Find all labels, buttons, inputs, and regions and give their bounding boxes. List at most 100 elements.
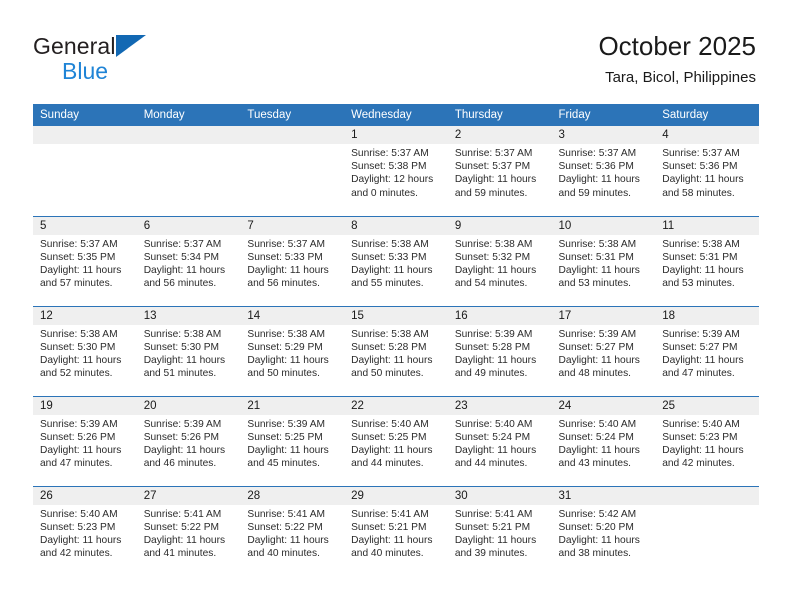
daylight-text-line2: and 58 minutes. <box>662 187 735 199</box>
daylight-text-line1: Daylight: 11 hours <box>662 174 744 186</box>
daylight-text-line1: Daylight: 11 hours <box>40 444 122 456</box>
daylight-text-line2: and 59 minutes. <box>454 187 528 199</box>
day-details: Sunrise: 5:37 AM Sunset: 5:36 PM Daylight:… <box>655 144 759 200</box>
day-details: Sunrise: 5:38 AM Sunset: 5:28 PM Daylight:… <box>344 325 448 381</box>
sunrise-text: Sunrise: 5:40 AM <box>454 418 533 430</box>
calendar-day-cell[interactable]: 28 Sunrise: 5:41 AM Sunset: 5:22 PM Dayligh… <box>240 485 345 576</box>
day-cell-inner: 31 Sunrise: 5:42 AM Sunset: 5:20 PM Dayligh… <box>551 486 656 577</box>
sunrise-text: Sunrise: 5:37 AM <box>558 148 637 159</box>
daylight-text-line2: and 59 minutes. <box>558 187 632 199</box>
calendar-day-cell[interactable]: 12 Sunrise: 5:38 AM Sunset: 5:30 PM Dayligh… <box>33 305 137 396</box>
day-details: Sunrise: 5:39 AM Sunset: 5:28 PM Daylight:… <box>448 325 552 381</box>
sunset-text: Sunset: 5:37 PM <box>454 161 531 173</box>
calendar-day-cell[interactable]: 5 Sunrise: 5:37 AM Sunset: 5:35 PM Daylight… <box>33 215 137 306</box>
day-number: 10 <box>551 216 656 235</box>
day-details: Sunrise: 5:40 AM Sunset: 5:24 PM Daylight:… <box>448 415 552 471</box>
calendar-day-cell[interactable]: 23 Sunrise: 5:40 AM Sunset: 5:24 PM Dayligh… <box>447 395 552 486</box>
day-details: Sunrise: 5:37 AM Sunset: 5:38 PM Daylight:… <box>344 144 448 200</box>
daylight-text-line1: Daylight: 11 hours <box>558 264 640 276</box>
calendar-day-cell[interactable]: 13 Sunrise: 5:38 AM Sunset: 5:30 PM Dayligh… <box>136 305 241 396</box>
daylight-text-line1: Daylight: 11 hours <box>143 444 226 456</box>
daylight-text-line2: and 54 minutes. <box>454 278 528 290</box>
day-cell-inner: 3 Sunrise: 5:37 AM Sunset: 5:36 PM Daylight… <box>551 126 656 216</box>
day-number: 28 <box>240 486 345 505</box>
calendar-day-cell[interactable]: 6 Sunrise: 5:37 AM Sunset: 5:34 PM Daylight… <box>136 215 241 306</box>
day-number: 11 <box>655 216 759 235</box>
sunset-text: Sunset: 5:25 PM <box>247 431 323 443</box>
day-details: Sunrise: 5:39 AM Sunset: 5:26 PM Daylight:… <box>137 415 241 471</box>
daylight-text-line2: and 49 minutes. <box>454 368 528 380</box>
daylight-text-line2: and 38 minutes. <box>558 548 632 560</box>
day-cell-inner: 20 Sunrise: 5:39 AM Sunset: 5:26 PM Dayligh… <box>136 396 241 486</box>
day-details: Sunrise: 5:40 AM Sunset: 5:24 PM Daylight:… <box>552 415 656 471</box>
calendar-day-cell[interactable]: 30 Sunrise: 5:41 AM Sunset: 5:21 PM Dayligh… <box>447 485 552 576</box>
title-block: October 2025 Tara, Bicol, Philippines <box>598 30 756 87</box>
day-cell-inner: 2 Sunrise: 5:37 AM Sunset: 5:37 PM Daylight… <box>447 126 552 216</box>
sunset-text: Sunset: 5:36 PM <box>662 161 738 173</box>
calendar-day-cell[interactable]: 31 Sunrise: 5:42 AM Sunset: 5:20 PM Dayligh… <box>551 485 656 577</box>
calendar-day-cell[interactable]: 9 Sunrise: 5:38 AM Sunset: 5:32 PM Daylight… <box>447 215 552 306</box>
calendar-day-cell[interactable]: 24 Sunrise: 5:40 AM Sunset: 5:24 PM Dayligh… <box>551 395 656 486</box>
daylight-text-line1: Daylight: 11 hours <box>558 174 640 186</box>
calendar-day-cell[interactable]: 25 Sunrise: 5:40 AM Sunset: 5:23 PM Dayligh… <box>655 395 759 486</box>
page-subtitle: Tara, Bicol, Philippines <box>605 69 756 86</box>
daylight-text-line1: Daylight: 11 hours <box>454 444 537 456</box>
daylight-text-line1: Daylight: 11 hours <box>558 354 640 366</box>
calendar-day-cell[interactable]: 26 Sunrise: 5:40 AM Sunset: 5:23 PM Dayligh… <box>33 485 137 577</box>
daylight-text-line2: and 41 minutes. <box>143 548 217 560</box>
calendar-day-cell[interactable]: 1 Sunrise: 5:37 AM Sunset: 5:38 PM Daylight… <box>344 126 448 216</box>
daylight-text-line1: Daylight: 11 hours <box>247 264 329 276</box>
calendar-day-cell[interactable]: 11 Sunrise: 5:38 AM Sunset: 5:31 PM Dayligh… <box>655 215 759 306</box>
sunrise-text: Sunrise: 5:41 AM <box>351 508 429 520</box>
calendar-day-cell[interactable]: 22 Sunrise: 5:40 AM Sunset: 5:25 PM Dayligh… <box>344 395 448 486</box>
day-details: Sunrise: 5:38 AM Sunset: 5:30 PM Daylight:… <box>33 325 137 381</box>
weekday-header-wednesday: Wednesday <box>344 104 448 126</box>
sunset-text: Sunset: 5:34 PM <box>143 251 220 263</box>
sunset-text: Sunset: 5:22 PM <box>247 521 323 533</box>
day-details: Sunrise: 5:38 AM Sunset: 5:31 PM Daylight:… <box>655 235 759 291</box>
sunrise-text: Sunrise: 5:37 AM <box>40 238 118 250</box>
sunset-text: Sunset: 5:24 PM <box>558 431 634 443</box>
sunset-text: Sunset: 5:22 PM <box>143 521 220 533</box>
sunrise-text: Sunrise: 5:39 AM <box>454 328 533 340</box>
calendar-day-cell[interactable]: 21 Sunrise: 5:39 AM Sunset: 5:25 PM Dayligh… <box>240 395 345 486</box>
calendar-day-cell[interactable]: 8 Sunrise: 5:38 AM Sunset: 5:33 PM Daylight… <box>344 215 448 306</box>
day-cell-inner: 9 Sunrise: 5:38 AM Sunset: 5:32 PM Daylight… <box>447 216 552 306</box>
daylight-text-line1: Daylight: 11 hours <box>454 354 537 366</box>
day-number: 4 <box>655 126 759 144</box>
day-cell-inner: 16 Sunrise: 5:39 AM Sunset: 5:28 PM Dayligh… <box>447 306 552 396</box>
day-cell-inner: 19 Sunrise: 5:39 AM Sunset: 5:26 PM Dayligh… <box>33 396 137 486</box>
calendar-day-cell[interactable]: 17 Sunrise: 5:39 AM Sunset: 5:27 PM Dayligh… <box>551 305 656 396</box>
daylight-text-line1: Daylight: 11 hours <box>351 354 433 366</box>
sunrise-text: Sunrise: 5:37 AM <box>351 148 429 159</box>
day-number: 1 <box>344 126 448 144</box>
calendar-day-cell[interactable]: 15 Sunrise: 5:38 AM Sunset: 5:28 PM Dayligh… <box>344 305 448 396</box>
day-details: Sunrise: 5:41 AM Sunset: 5:22 PM Daylight:… <box>137 505 241 561</box>
sunrise-text: Sunrise: 5:40 AM <box>351 418 429 430</box>
day-number: 12 <box>33 306 137 325</box>
day-number: 23 <box>447 396 552 415</box>
calendar-day-cell[interactable]: 2 Sunrise: 5:37 AM Sunset: 5:37 PM Daylight… <box>447 126 552 216</box>
calendar-day-cell[interactable]: 10 Sunrise: 5:38 AM Sunset: 5:31 PM Dayligh… <box>551 215 656 306</box>
calendar-day-cell[interactable]: 27 Sunrise: 5:41 AM Sunset: 5:22 PM Dayligh… <box>136 485 241 576</box>
daylight-text-line2: and 42 minutes. <box>40 548 113 560</box>
calendar-day-cell[interactable]: 29 Sunrise: 5:41 AM Sunset: 5:21 PM Dayligh… <box>344 485 448 576</box>
calendar-day-cell[interactable]: 3 Sunrise: 5:37 AM Sunset: 5:36 PM Daylight… <box>551 126 656 216</box>
sunrise-text: Sunrise: 5:37 AM <box>247 238 325 250</box>
calendar-day-cell[interactable]: 19 Sunrise: 5:39 AM Sunset: 5:26 PM Dayligh… <box>33 395 137 486</box>
calendar-day-cell[interactable]: 18 Sunrise: 5:39 AM Sunset: 5:27 PM Dayligh… <box>655 305 759 396</box>
day-cell-inner: 18 Sunrise: 5:39 AM Sunset: 5:27 PM Dayligh… <box>655 306 759 396</box>
calendar-day-cell[interactable]: 16 Sunrise: 5:39 AM Sunset: 5:28 PM Dayligh… <box>447 305 552 396</box>
daylight-text-line1: Daylight: 11 hours <box>558 534 640 546</box>
calendar-day-cell[interactable]: 7 Sunrise: 5:37 AM Sunset: 5:33 PM Daylight… <box>240 215 345 306</box>
day-details: Sunrise: 5:39 AM Sunset: 5:27 PM Daylight:… <box>655 325 759 381</box>
calendar-day-cell[interactable]: 14 Sunrise: 5:38 AM Sunset: 5:29 PM Dayligh… <box>240 305 345 396</box>
daylight-text-line2: and 56 minutes. <box>143 278 217 290</box>
sunset-text: Sunset: 5:36 PM <box>558 161 634 173</box>
calendar-day-cell[interactable]: 20 Sunrise: 5:39 AM Sunset: 5:26 PM Dayligh… <box>136 395 241 486</box>
daylight-text-line1: Daylight: 11 hours <box>143 264 226 276</box>
calendar-day-cell[interactable]: 4 Sunrise: 5:37 AM Sunset: 5:36 PM Daylight… <box>655 126 759 216</box>
day-cell-inner: 26 Sunrise: 5:40 AM Sunset: 5:23 PM Dayligh… <box>33 486 137 577</box>
sunset-text: Sunset: 5:23 PM <box>662 431 738 443</box>
calendar-week-row: 5 Sunrise: 5:37 AM Sunset: 5:35 PM Daylight… <box>33 215 759 306</box>
